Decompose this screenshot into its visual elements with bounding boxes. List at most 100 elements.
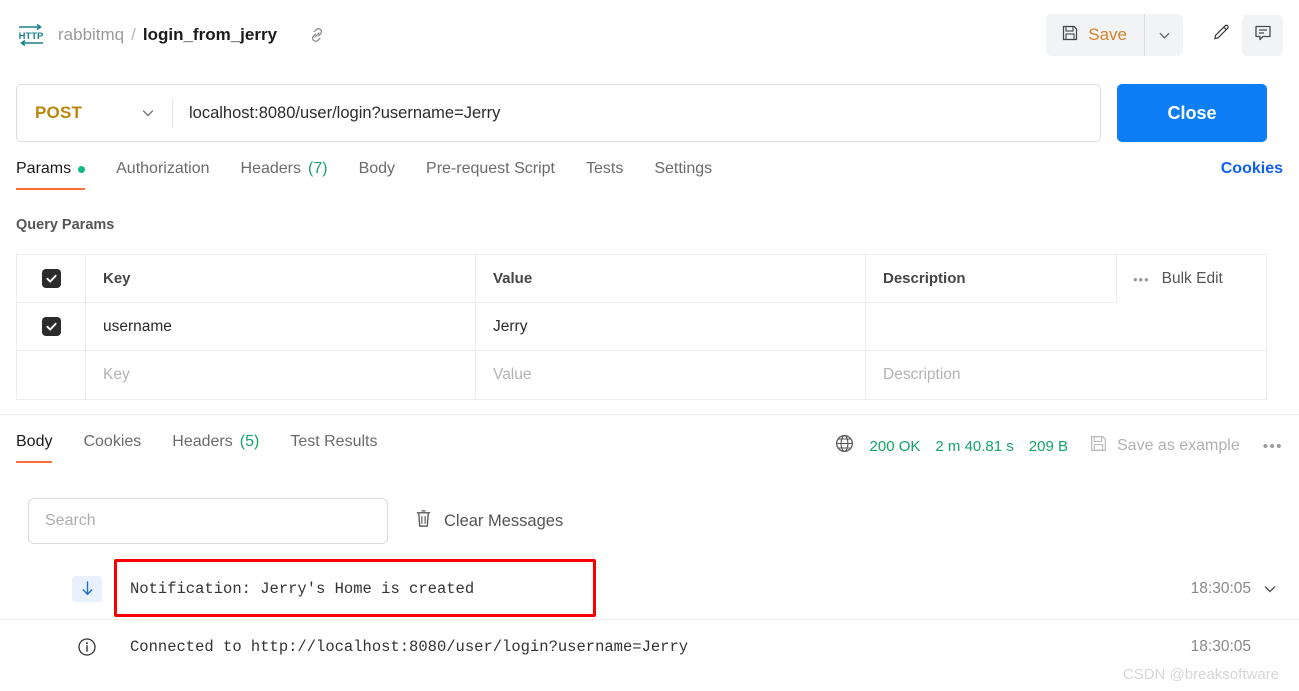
message-timestamp: 18:30:05 [1190,638,1251,655]
empty-value-cell[interactable]: Value [476,351,866,399]
cookies-link[interactable]: Cookies [1221,160,1283,190]
header-key-cell: Key [86,255,476,302]
row-checkbox[interactable] [41,317,61,336]
postman-request-window: HTTP rabbitmq / login_from_jerry Save PO… [0,0,1299,691]
tab-body[interactable]: Body [359,160,395,190]
message-text: Notification: Jerry's Home is created [130,579,475,598]
url-input[interactable] [173,102,1100,124]
empty-description-cell[interactable]: Description [866,351,1266,399]
save-button[interactable]: Save [1046,14,1144,56]
svg-text:HTTP: HTTP [19,31,44,42]
message-timestamp: 18:30:05 [1190,579,1251,597]
arrow-down-icon [72,575,102,602]
tab-params[interactable]: Params [16,160,86,190]
row-description-cell[interactable] [866,303,1266,350]
message-row[interactable]: Notification: Jerry's Home is created 18… [0,558,1299,620]
floppy-disk-icon [1061,24,1079,47]
response-status-area: 200 OK 2 m 40.81 s 209 B Save as example… [834,433,1283,467]
select-all-cell [17,255,86,302]
link-icon[interactable] [307,25,327,45]
empty-select-cell [17,351,86,399]
save-button-label: Save [1088,25,1127,44]
empty-key-cell[interactable]: Key [86,351,476,399]
bulk-edit-label: Bulk Edit [1161,270,1223,287]
clear-messages-button[interactable]: Clear Messages [414,508,563,534]
response-size: 209 B [1028,437,1068,455]
floppy-disk-icon [1089,434,1108,458]
watermark-text: CSDN @breaksoftware [1122,666,1279,683]
breadcrumb-request-name[interactable]: login_from_jerry [143,25,277,45]
column-header-key: Key [103,270,131,287]
column-header-value: Value [493,270,533,287]
pencil-icon [1211,22,1232,48]
tab-body-label: Body [358,160,396,177]
response-tab-body[interactable]: Body [16,433,53,463]
params-modified-dot [78,165,86,173]
response-time: 2 m 40.81 s [935,437,1014,455]
info-icon [72,634,102,660]
response-tab-headers-label: Headers [172,433,233,450]
tab-settings[interactable]: Settings [654,160,712,190]
response-tab-body-label: Body [16,433,53,450]
table-row: username Jerry [17,303,1266,351]
select-all-checkbox[interactable] [41,269,61,288]
chevron-down-icon[interactable] [1257,581,1283,597]
tab-authorization[interactable]: Authorization [116,160,209,190]
table-row-empty: Key Value Description [17,351,1266,399]
tab-params-label: Params [16,160,72,177]
response-tab-cookies[interactable]: Cookies [83,433,141,463]
messages-list: Notification: Jerry's Home is created 18… [0,558,1299,674]
tab-settings-label: Settings [654,160,713,177]
tab-authorization-label: Authorization [116,160,210,177]
row-key-value: username [103,317,172,335]
tab-pre-request-script[interactable]: Pre-request Script [426,160,555,190]
breadcrumb-separator: / [131,25,136,44]
tab-headers[interactable]: Headers (7) [241,160,328,190]
save-button-group: Save [1046,14,1183,56]
chevron-down-icon [140,105,156,121]
more-options-icon: ••• [1133,271,1150,287]
search-input[interactable] [28,498,388,544]
url-input-wrapper: POST [16,84,1101,142]
message-row[interactable]: Connected to http://localhost:8080/user/… [0,620,1299,674]
comments-button[interactable] [1242,14,1283,56]
messages-toolbar: Clear Messages [28,498,563,544]
breadcrumb-collection[interactable]: rabbitmq [58,25,124,45]
tab-headers-label: Headers [240,160,301,177]
edit-request-button[interactable] [1201,14,1242,56]
save-as-example-label: Save as example [1117,437,1240,454]
query-params-title: Query Params [16,217,115,233]
http-method-select[interactable]: POST [17,85,172,141]
globe-icon [834,433,855,459]
http-protocol-icon: HTTP [16,23,46,47]
row-value-value: Jerry [493,317,528,335]
row-select-cell [17,303,86,350]
url-bar-row: POST Close [16,84,1267,142]
http-method-label: POST [35,103,83,122]
response-tab-cookies-label: Cookies [83,433,142,450]
message-text: Connected to http://localhost:8080/user/… [130,638,689,656]
row-key-cell[interactable]: username [86,303,476,350]
empty-key-placeholder: Key [103,366,130,383]
tab-tests[interactable]: Tests [586,160,623,190]
breadcrumb: rabbitmq / login_from_jerry [58,25,277,45]
response-tab-test-results[interactable]: Test Results [290,433,377,463]
trash-icon [414,508,433,534]
response-tabs: Body Cookies Headers (5) Test Results 20… [0,433,1299,471]
response-more-options-icon[interactable]: ••• [1263,438,1283,455]
row-value-cell[interactable]: Jerry [476,303,866,350]
response-tab-headers[interactable]: Headers (5) [172,433,259,463]
panel-divider [0,414,1299,415]
clear-messages-label: Clear Messages [444,511,564,530]
bulk-edit-button[interactable]: ••• Bulk Edit [1116,255,1266,303]
response-tab-test-results-label: Test Results [290,433,378,450]
response-status-code: 200 OK [869,437,921,455]
empty-description-placeholder: Description [883,366,961,383]
save-options-dropdown[interactable] [1145,14,1183,56]
close-button[interactable]: Close [1117,84,1267,142]
window-header: HTTP rabbitmq / login_from_jerry Save [0,0,1299,70]
query-params-table: Key Value Description ••• Bulk Edit user… [16,254,1267,400]
column-header-description: Description [883,270,966,287]
save-as-example-button[interactable]: Save as example [1089,434,1240,458]
empty-value-placeholder: Value [493,366,532,383]
